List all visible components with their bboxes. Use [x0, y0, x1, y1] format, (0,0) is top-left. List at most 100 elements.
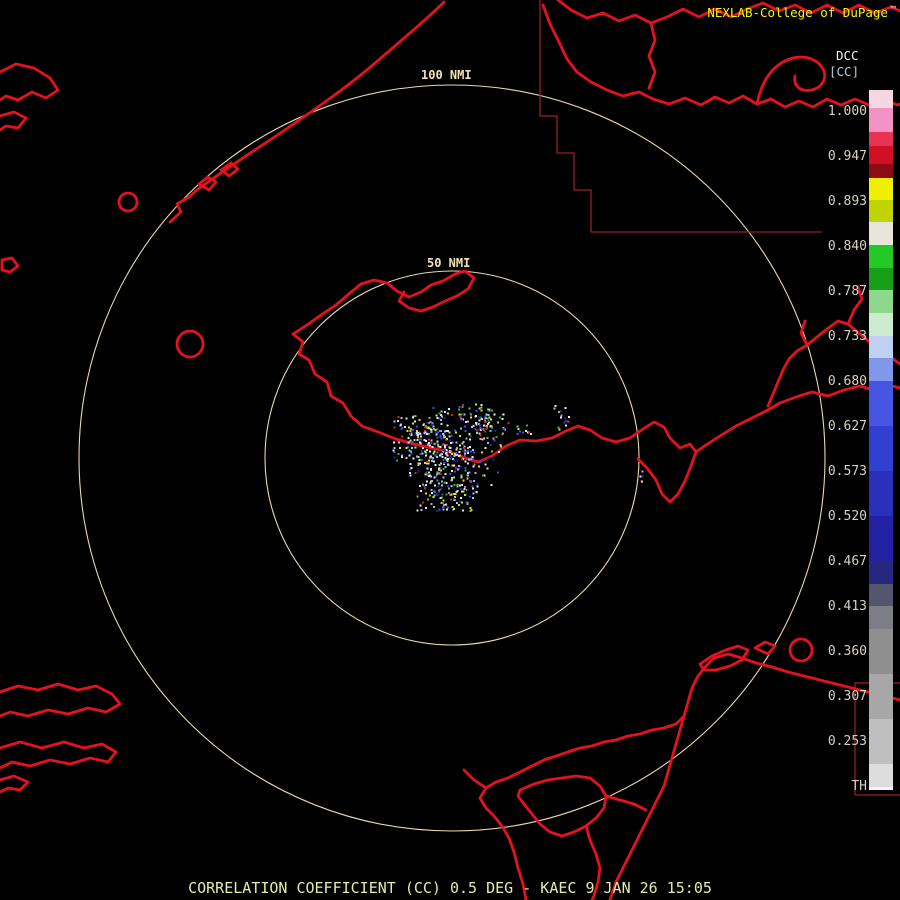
radar-echo-pixel: [400, 417, 403, 420]
radar-echo-pixel: [450, 442, 453, 445]
radar-echo-pixel: [443, 444, 446, 447]
radar-echo-pixel: [455, 466, 457, 469]
radar-echo-pixel: [426, 422, 429, 424]
radar-echo-pixel: [427, 442, 430, 445]
colorbar-product-label: DCC: [836, 48, 859, 63]
colorbar-tick-label: 0.467: [827, 554, 867, 569]
radar-echo-pixel: [437, 485, 440, 488]
radar-echo-pixel: [477, 465, 480, 468]
radar-echo-pixel: [471, 485, 474, 488]
radar-echo-pixel: [437, 482, 440, 485]
radar-echo-pixel: [425, 484, 428, 487]
radar-echo-pixel: [479, 424, 482, 427]
radar-echo-pixel: [427, 498, 429, 501]
radar-echo-pixel: [409, 474, 412, 477]
radar-echo-pixel: [516, 432, 519, 435]
radar-echo-pixel: [495, 435, 498, 438]
radar-echo-pixel: [524, 430, 527, 433]
radar-echo-pixel: [424, 451, 427, 454]
radar-echo-pixel: [419, 452, 422, 455]
boundary-path: [539, 0, 822, 233]
radar-echo-pixel: [428, 459, 430, 462]
radar-echo-pixel: [453, 483, 456, 486]
radar-echo-pixel: [469, 480, 472, 483]
radar-echo-pixel: [439, 446, 442, 449]
radar-echo-pixel: [458, 406, 461, 409]
radar-echo-pixel: [433, 506, 436, 509]
radar-echo-pixel: [430, 488, 433, 491]
radar-echo-pixel: [479, 437, 482, 440]
radar-echo-pixel: [399, 446, 402, 449]
radar-echo-pixel: [430, 455, 433, 458]
radar-echo-pixel: [480, 403, 483, 406]
coastline-path: [636, 450, 698, 504]
radar-echo-pixel: [413, 439, 416, 441]
radar-echo-pixel: [564, 424, 567, 427]
radar-echo-pixel: [445, 503, 447, 506]
radar-echo-pixel: [436, 440, 439, 443]
radar-echo-pixel: [453, 464, 455, 467]
radar-echo-pixel: [441, 484, 443, 487]
radar-echo-pixel: [441, 451, 444, 454]
radar-echo-pixel: [450, 498, 452, 501]
radar-echo-pixel: [458, 413, 461, 416]
radar-echo-pixel: [429, 450, 432, 453]
radar-echo-pixel: [451, 470, 453, 473]
radar-echo-pixel: [438, 464, 441, 466]
radar-echo-pixel: [443, 450, 446, 453]
radar-echo-pixel: [415, 425, 418, 428]
radar-echo-pixel: [419, 485, 422, 488]
radar-echo-pixel: [424, 473, 427, 476]
radar-echo-pixel: [443, 430, 446, 433]
radar-echo-pixel: [459, 415, 462, 418]
radar-echo-pixel: [409, 439, 412, 442]
radar-echo-pixel: [424, 487, 427, 490]
radar-echo-pixel: [393, 426, 396, 429]
radar-echo-pixel: [484, 419, 486, 422]
radar-echo-pixel: [476, 485, 479, 488]
radar-echo-pixel: [423, 462, 426, 464]
radar-echo-pixel: [460, 474, 463, 477]
radar-echo-pixel: [443, 446, 446, 449]
radar-echo-pixel: [464, 452, 467, 455]
coastline-path: [0, 256, 20, 274]
colorbar-tick-label: 0.520: [827, 509, 867, 524]
coastline-path: [753, 640, 777, 656]
radar-echo-pixel: [405, 447, 408, 450]
radar-echo-pixel: [448, 487, 451, 490]
radar-echo-pixel: [438, 508, 441, 511]
range-ring-label-50nmi: 50 NMI: [424, 256, 474, 270]
radar-echo-pixel: [414, 471, 417, 474]
radar-echo-pixel: [481, 451, 483, 454]
radar-echo-pixel: [463, 447, 466, 450]
coastline-path: [219, 161, 240, 178]
radar-echo-pixel: [489, 429, 492, 432]
radar-echo-pixel: [445, 448, 448, 451]
radar-echo-pixel: [434, 431, 437, 434]
radar-echo-pixel: [407, 441, 410, 444]
radar-echo-pixel: [449, 455, 452, 457]
radar-echo-pixel: [478, 432, 481, 435]
radar-echo-pixel: [411, 422, 414, 425]
radar-echo-pixel: [477, 416, 480, 419]
radar-echo-pixel: [430, 428, 433, 431]
radar-echo-pixel: [454, 493, 457, 495]
radar-echo-pixel: [483, 430, 486, 433]
radar-echo-pixel: [439, 496, 442, 499]
radar-echo-pixel: [457, 408, 460, 411]
radar-echo-pixel: [486, 425, 488, 427]
radar-echo-pixel: [470, 450, 473, 453]
radar-echo-pixel: [399, 424, 402, 427]
radar-echo-pixel: [425, 454, 428, 457]
radar-echo-pixel: [440, 422, 443, 425]
product-caption: CORRELATION COEFFICIENT (CC) 0.5 DEG - K…: [188, 879, 712, 897]
radar-echo-pixel: [429, 421, 432, 424]
radar-echo-pixel: [560, 414, 563, 417]
radar-echo-pixel: [455, 441, 458, 444]
colorbar-tick-label: 0.840: [827, 239, 867, 254]
radar-echo-pixel: [421, 452, 424, 455]
radar-echo-pixel: [473, 463, 476, 466]
radar-echo-pixel: [409, 428, 412, 431]
radar-echo-pixel: [439, 473, 442, 476]
coastline-path: [462, 768, 488, 790]
